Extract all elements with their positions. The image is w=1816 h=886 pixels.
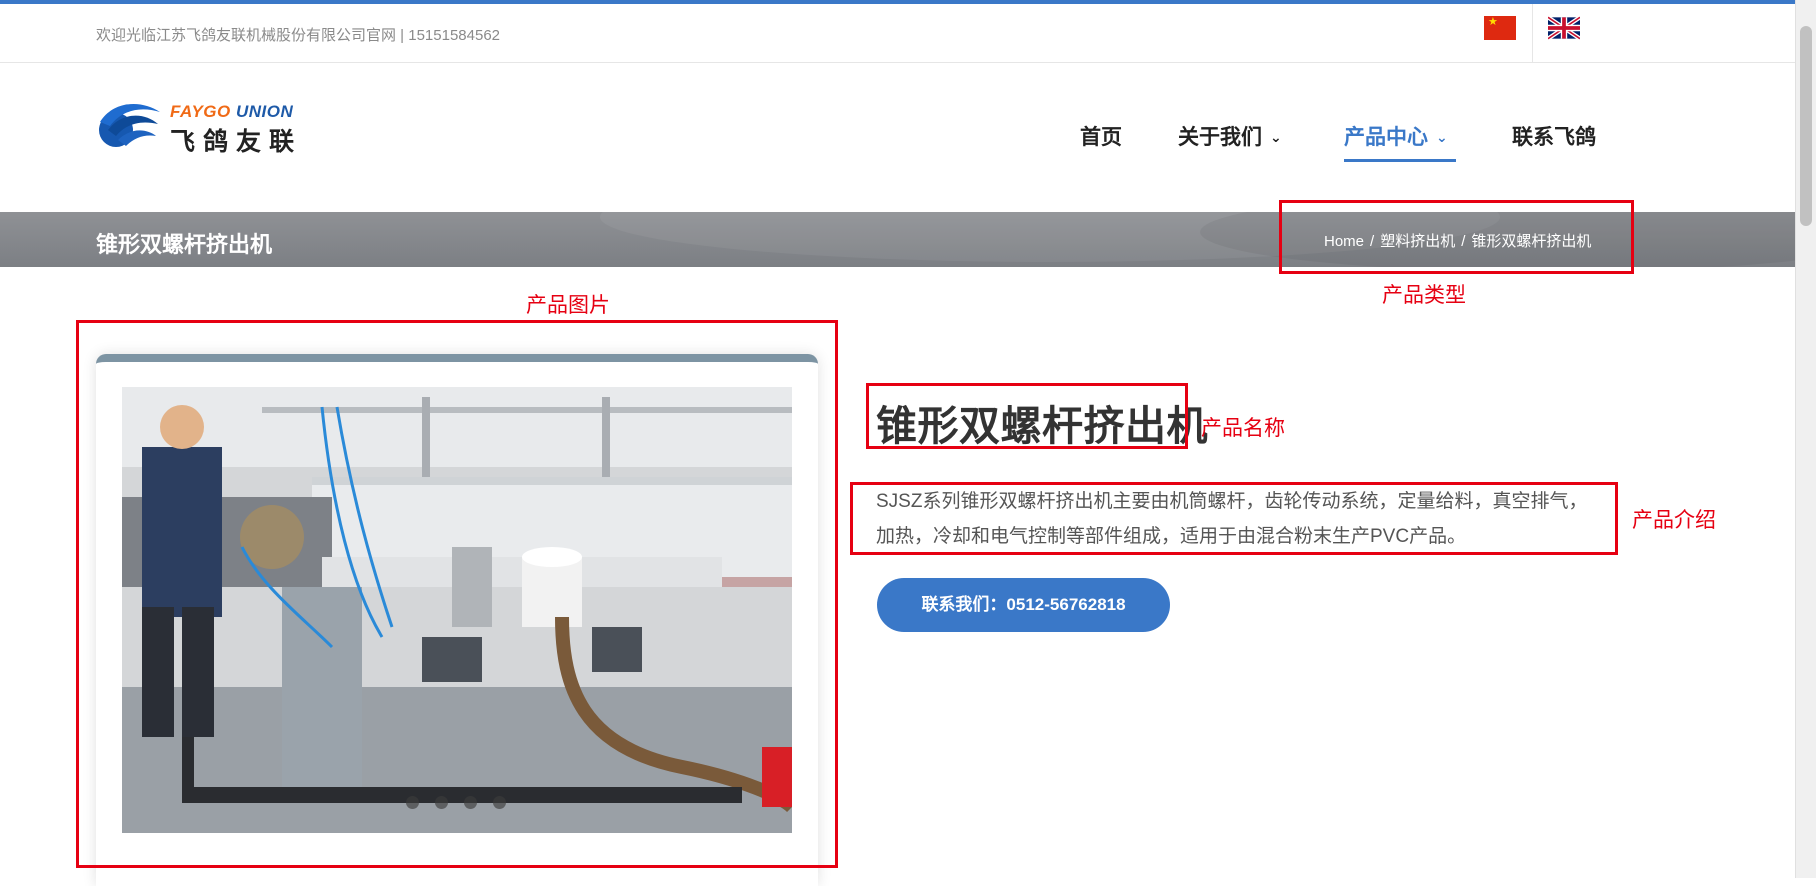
annotation-label-product-type: 产品类型 [1382,283,1466,307]
nav-label: 产品中心 [1344,126,1428,149]
chinese-flag-icon[interactable] [1484,16,1516,40]
annotation-label-product-name: 产品名称 [1201,416,1285,440]
annotation-label-product-image: 产品图片 [526,293,610,317]
nav-item-contact[interactable]: 联系飞鸽 [1512,121,1596,151]
top-bar: 欢迎光临江苏飞鸽友联机械股份有限公司官网 | 15151584562 [0,4,1796,63]
vertical-scrollbar[interactable] [1795,0,1816,878]
nav-label: 关于我们 [1178,126,1262,149]
nav-item-home[interactable]: 首页 [1080,121,1122,151]
company-logo[interactable]: FAYGO UNION 飞鸽友联 [96,96,306,156]
uk-flag-icon[interactable] [1548,16,1580,40]
annotation-box-product-type [1279,200,1634,274]
nav-label: 联系飞鸽 [1512,126,1596,149]
logo-english-text: FAYGO UNION [170,102,293,122]
logo-text-faygo: FAYGO [170,102,231,121]
annotation-box-product-intro [850,482,1618,555]
scrollbar-thumb[interactable] [1800,26,1812,226]
logo-bird-icon [99,103,160,147]
annotation-box-product-image [76,320,838,868]
chevron-down-icon: ⌄ [1436,129,1448,145]
logo-text-union: UNION [235,102,294,121]
nav-item-products[interactable]: 产品中心 ⌄ [1344,121,1448,151]
nav-item-about[interactable]: 关于我们 ⌄ [1178,121,1282,151]
logo-chinese-text: 飞鸽友联 [170,128,303,156]
page-title: 锥形双螺杆挤出机 [96,232,273,257]
chevron-down-icon: ⌄ [1270,129,1282,145]
annotation-box-product-name [866,383,1188,449]
welcome-text: 欢迎光临江苏飞鸽友联机械股份有限公司官网 | 15151584562 [96,27,500,44]
flag-divider [1532,4,1533,62]
contact-us-button[interactable]: 联系我们：0512-56762818 [877,578,1170,632]
annotation-label-product-intro: 产品介绍 [1632,508,1716,532]
nav-active-underline [1344,159,1456,162]
nav-label: 首页 [1080,126,1122,149]
